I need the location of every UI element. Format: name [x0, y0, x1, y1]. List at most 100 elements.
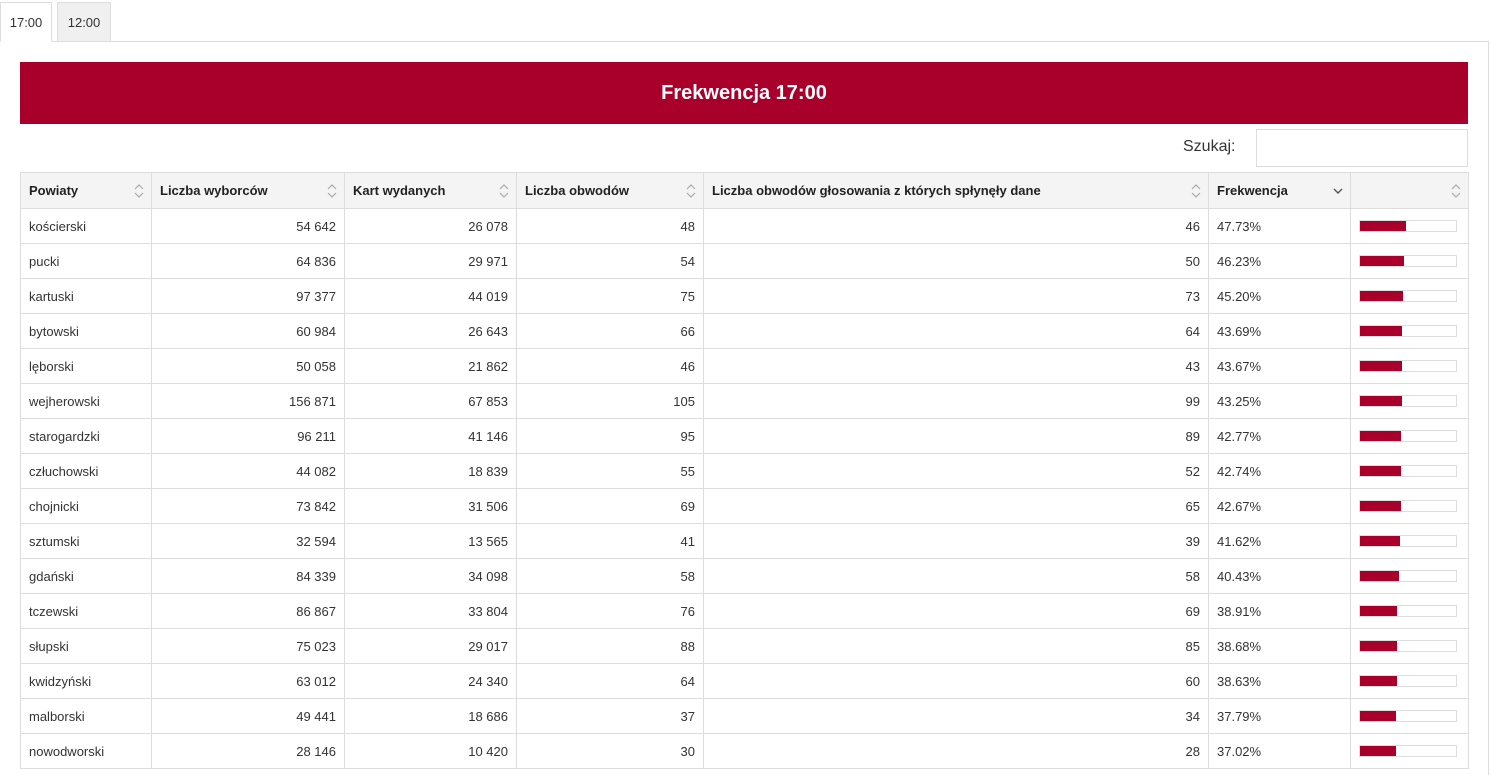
- cell-liczba-obwodow: 41: [516, 523, 704, 559]
- turnout-bar-fill: [1360, 676, 1398, 686]
- table-header-row: Powiaty Liczba wyborców Kart wydanych Liczb…: [20, 172, 1469, 209]
- cell-powiat[interactable]: sztumski: [20, 523, 152, 559]
- cell-kart-wydanych: 21 862: [344, 348, 517, 384]
- cell-liczba-obwodow: 105: [516, 383, 704, 419]
- sort-both-icon: [133, 173, 145, 208]
- cell-obwody-z-danymi: 64: [703, 313, 1209, 349]
- cell-liczba-obwodow: 55: [516, 453, 704, 489]
- cell-powiat[interactable]: kościerski: [20, 208, 152, 244]
- cell-turnout-bar: [1350, 558, 1469, 594]
- col-header-obwody-z-danymi[interactable]: Liczba obwodów głosowania z których spły…: [703, 172, 1209, 209]
- cell-frekwencja: 42.77%: [1208, 418, 1351, 454]
- cell-frekwencja: 47.73%: [1208, 208, 1351, 244]
- cell-frekwencja: 38.68%: [1208, 628, 1351, 664]
- cell-liczba-wyborcow: 28 146: [151, 733, 345, 769]
- cell-powiat[interactable]: kartuski: [20, 278, 152, 314]
- cell-liczba-obwodow: 95: [516, 418, 704, 454]
- cell-powiat[interactable]: starogardzki: [20, 418, 152, 454]
- cell-frekwencja: 42.74%: [1208, 453, 1351, 489]
- col-header-kart-wydanych[interactable]: Kart wydanych: [344, 172, 517, 209]
- page-title: Frekwencja 17:00: [20, 62, 1468, 124]
- turnout-bar-track: [1359, 430, 1457, 442]
- cell-obwody-z-danymi: 39: [703, 523, 1209, 559]
- sort-both-icon: [685, 173, 697, 208]
- cell-kart-wydanych: 29 971: [344, 243, 517, 279]
- cell-powiat[interactable]: bytowski: [20, 313, 152, 349]
- col-header-frekwencja[interactable]: Frekwencja: [1208, 172, 1351, 209]
- table-row: wejherowski 156 871 67 853 105 99 43.25%: [20, 383, 1469, 419]
- col-header-liczba-obwodow[interactable]: Liczba obwodów: [516, 172, 704, 209]
- turnout-bar-track: [1359, 395, 1457, 407]
- turnout-bar-track: [1359, 290, 1457, 302]
- cell-powiat[interactable]: kwidzyński: [20, 663, 152, 699]
- column-header-label: Powiaty: [29, 183, 79, 198]
- sort-both-icon: [1450, 173, 1462, 208]
- cell-liczba-obwodow: 37: [516, 698, 704, 734]
- cell-turnout-bar: [1350, 208, 1469, 244]
- tab-17-00[interactable]: 17:00: [0, 2, 52, 42]
- tab-12-00[interactable]: 12:00: [57, 2, 111, 42]
- cell-liczba-obwodow: 54: [516, 243, 704, 279]
- col-header-bar[interactable]: [1350, 172, 1469, 209]
- cell-turnout-bar: [1350, 243, 1469, 279]
- turnout-bar-track: [1359, 710, 1457, 722]
- table-row: starogardzki 96 211 41 146 95 89 42.77%: [20, 418, 1469, 454]
- cell-turnout-bar: [1350, 523, 1469, 559]
- cell-frekwencja: 45.20%: [1208, 278, 1351, 314]
- cell-obwody-z-danymi: 85: [703, 628, 1209, 664]
- cell-powiat[interactable]: pucki: [20, 243, 152, 279]
- cell-kart-wydanych: 18 839: [344, 453, 517, 489]
- cell-liczba-wyborcow: 32 594: [151, 523, 345, 559]
- turnout-bar-fill: [1360, 396, 1402, 406]
- column-header-label: Frekwencja: [1217, 183, 1288, 198]
- col-header-liczba-wyborcow[interactable]: Liczba wyborców: [151, 172, 345, 209]
- turnout-bar-fill: [1360, 606, 1398, 616]
- cell-kart-wydanych: 26 078: [344, 208, 517, 244]
- cell-powiat[interactable]: nowodworski: [20, 733, 152, 769]
- column-header-label: Liczba wyborców: [160, 183, 268, 198]
- cell-powiat[interactable]: gdański: [20, 558, 152, 594]
- turnout-bar-fill: [1360, 326, 1402, 336]
- column-header-label: Liczba obwodów głosowania z których spły…: [712, 183, 1041, 198]
- cell-liczba-obwodow: 75: [516, 278, 704, 314]
- column-header-label: Kart wydanych: [353, 183, 446, 198]
- cell-kart-wydanych: 41 146: [344, 418, 517, 454]
- cell-turnout-bar: [1350, 383, 1469, 419]
- cell-frekwencja: 43.25%: [1208, 383, 1351, 419]
- sort-both-icon: [1190, 173, 1202, 208]
- search-input[interactable]: [1256, 129, 1468, 167]
- turnout-bar-track: [1359, 465, 1457, 477]
- cell-liczba-wyborcow: 73 842: [151, 488, 345, 524]
- cell-liczba-obwodow: 48: [516, 208, 704, 244]
- cell-obwody-z-danymi: 46: [703, 208, 1209, 244]
- column-header-label: Liczba obwodów: [525, 183, 629, 198]
- cell-powiat[interactable]: chojnicki: [20, 488, 152, 524]
- cell-frekwencja: 37.79%: [1208, 698, 1351, 734]
- turnout-bar-track: [1359, 675, 1457, 687]
- turnout-bar-fill: [1360, 501, 1401, 511]
- cell-obwody-z-danymi: 89: [703, 418, 1209, 454]
- cell-liczba-obwodow: 46: [516, 348, 704, 384]
- cell-powiat[interactable]: słupski: [20, 628, 152, 664]
- cell-powiat[interactable]: człuchowski: [20, 453, 152, 489]
- cell-liczba-obwodow: 76: [516, 593, 704, 629]
- col-header-powiaty[interactable]: Powiaty: [20, 172, 152, 209]
- turnout-bar-track: [1359, 220, 1457, 232]
- cell-powiat[interactable]: malborski: [20, 698, 152, 734]
- cell-powiat[interactable]: wejherowski: [20, 383, 152, 419]
- turnout-bar-track: [1359, 325, 1457, 337]
- cell-liczba-wyborcow: 84 339: [151, 558, 345, 594]
- cell-powiat[interactable]: tczewski: [20, 593, 152, 629]
- turnout-bar-track: [1359, 640, 1457, 652]
- cell-frekwencja: 41.62%: [1208, 523, 1351, 559]
- turnout-bar-fill: [1360, 361, 1402, 371]
- cell-liczba-wyborcow: 156 871: [151, 383, 345, 419]
- search-label: Szukaj:: [1183, 138, 1236, 155]
- cell-powiat[interactable]: lęborski: [20, 348, 152, 384]
- table-body: kościerski 54 642 26 078 48 46 47.73% pucki 64 …: [20, 208, 1469, 769]
- cell-turnout-bar: [1350, 593, 1469, 629]
- table-row: sztumski 32 594 13 565 41 39 41.62%: [20, 523, 1469, 559]
- cell-liczba-obwodow: 88: [516, 628, 704, 664]
- turnout-bar-fill: [1360, 466, 1402, 476]
- table-row: gdański 84 339 34 098 58 58 40.43%: [20, 558, 1469, 594]
